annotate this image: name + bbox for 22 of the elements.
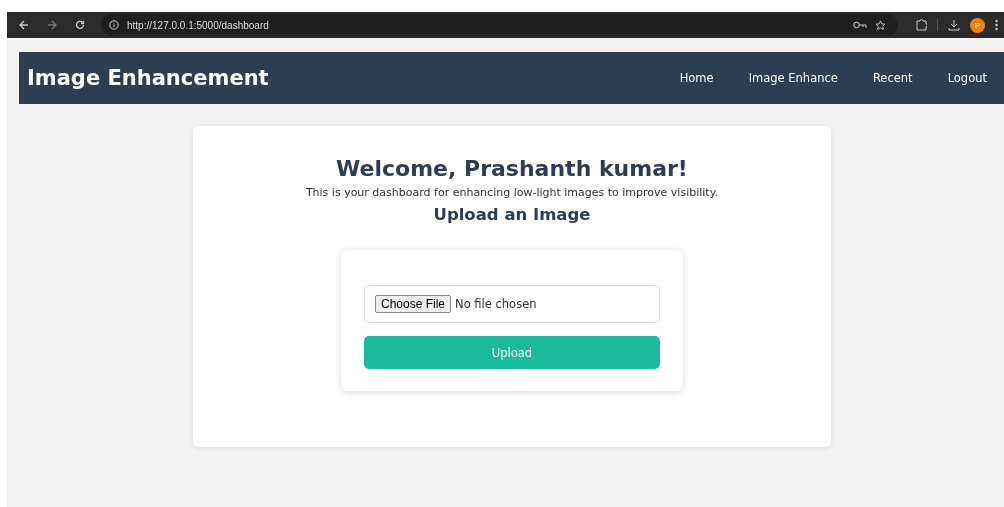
reload-icon[interactable]	[75, 20, 85, 30]
back-icon[interactable]	[19, 20, 29, 30]
puzzle-icon[interactable]	[916, 19, 927, 31]
nav-link[interactable]: Logout	[935, 71, 999, 85]
file-input[interactable]: Choose File No file chosen	[364, 285, 660, 323]
welcome-heading: Welcome, Prashanth kumar!	[336, 156, 688, 181]
download-icon[interactable]	[948, 19, 960, 31]
forward-icon[interactable]	[47, 20, 57, 30]
star-icon[interactable]	[875, 19, 886, 31]
choose-file-button[interactable]: Choose File	[375, 295, 452, 313]
address-bar[interactable]: http://127.0.0.1:5000/dashboard	[101, 14, 898, 36]
brand-title: Image Enhancement	[27, 66, 269, 90]
url-text: http://127.0.0.1:5000/dashboard	[127, 19, 269, 31]
nav-link[interactable]: Recent	[860, 71, 925, 85]
menu-icon[interactable]	[995, 19, 998, 31]
nav-link[interactable]: Home	[667, 71, 726, 85]
key-icon[interactable]	[853, 21, 867, 29]
upload-heading: Upload an Image	[433, 205, 591, 224]
file-status: No file chosen	[455, 297, 537, 311]
nav-link[interactable]: Image Enhance	[736, 71, 850, 85]
dashboard-description: This is your dashboard for enhancing low-light images to improve visibility.	[305, 186, 719, 199]
info-icon[interactable]	[109, 20, 119, 30]
